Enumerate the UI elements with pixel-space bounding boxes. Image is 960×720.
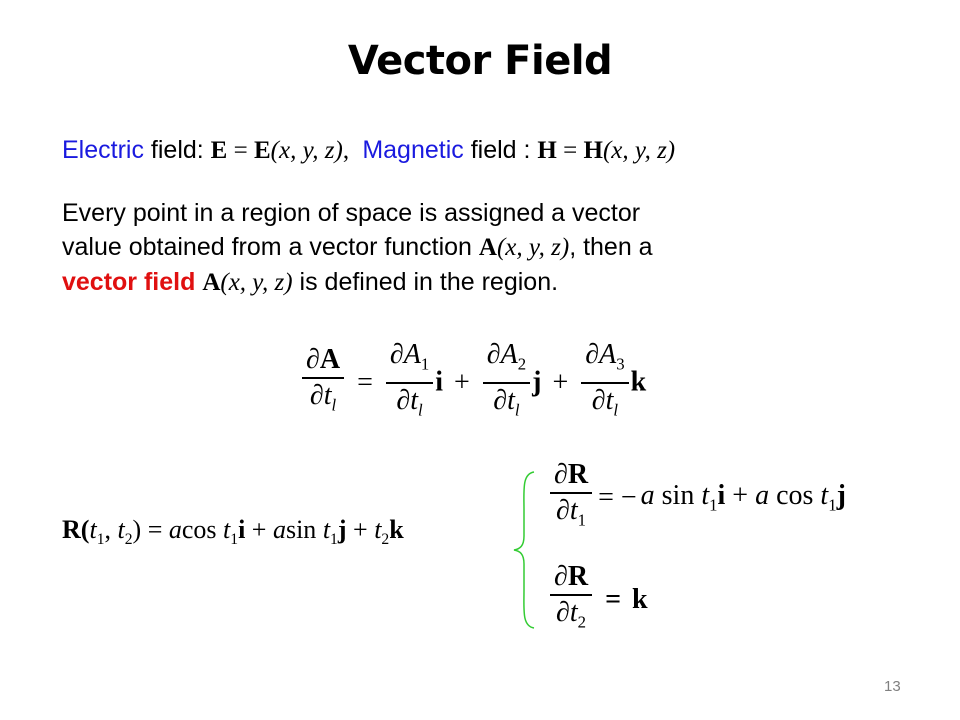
h-symbol: H: [583, 137, 603, 164]
numerator: ∂R: [554, 561, 589, 592]
plus-sign: +: [453, 366, 470, 398]
slide-title: Vector Field: [347, 38, 613, 84]
text: , then a: [569, 233, 653, 261]
numerator: ∂A: [585, 339, 617, 370]
plus: +: [245, 515, 273, 544]
dr-dt2-fraction: ∂R ∂t2: [550, 560, 593, 640]
denominator: ∂t: [556, 597, 578, 628]
comma: ,: [342, 137, 356, 164]
e-symbol: E: [253, 137, 271, 164]
term-2-fraction: ∂A2 ∂tl: [482, 338, 531, 427]
denominator: ∂t: [493, 384, 515, 416]
page-number: 13: [884, 678, 901, 695]
subscript: 2: [517, 354, 527, 374]
definition-paragraph: Every point in a region of space is assi…: [62, 196, 892, 300]
brace-icon: [513, 471, 535, 629]
unit-j: j: [337, 515, 347, 544]
electric-label: field:: [143, 136, 211, 164]
partial-derivative-equation: ∂A ∂tl = ∂A1 ∂tl i + ∂A2 ∂tl j + ∂A3 ∂tl k: [300, 338, 646, 427]
e-args: (x, y, z): [270, 137, 343, 164]
e-symbol: E: [210, 137, 228, 164]
vector-field-highlight: vector field: [62, 268, 196, 296]
subscript: 3: [616, 354, 625, 374]
a-symbol: A: [478, 234, 497, 261]
paren: ): [132, 515, 142, 544]
t-var: t: [117, 515, 125, 544]
subscript: 1: [330, 531, 338, 549]
denominator: ∂t: [591, 384, 614, 416]
lhs-fraction: ∂A ∂tl: [302, 343, 345, 423]
equals-sign: =: [357, 366, 373, 398]
t-var: t: [701, 480, 710, 511]
h-args: (x, y, z): [602, 137, 676, 164]
subscript: 2: [577, 612, 587, 632]
r-symbol: R: [62, 515, 81, 544]
text: value obtained from a vector function: [62, 233, 479, 261]
unit-vector-j: j: [532, 366, 542, 398]
numerator: ∂R: [554, 459, 589, 490]
subscript: l: [331, 395, 337, 415]
subscript: 1: [577, 510, 587, 530]
dr-dt1-fraction: ∂R ∂t1: [550, 458, 593, 538]
dr-dt2-equation: ∂R ∂t2 = k: [548, 560, 648, 640]
r-parametric-equation: R(t1, t2) = acos t1i + asin t1j + t2k: [62, 515, 404, 549]
cos: cos: [769, 480, 821, 511]
subscript: 1: [420, 354, 430, 374]
magnetic-equation: H = H(x, y, z): [537, 137, 675, 164]
a-var: a: [640, 480, 655, 511]
plus: +: [346, 515, 375, 544]
a-var: a: [168, 515, 182, 544]
unit-j: j: [836, 480, 846, 511]
numerator: ∂A: [306, 343, 341, 375]
subscript: 2: [124, 531, 133, 549]
sin: sin: [654, 480, 702, 511]
a-args: (x, y, z): [496, 234, 570, 261]
term-3-fraction: ∂A3 ∂tl: [581, 338, 629, 427]
paragraph-line-2: value obtained from a vector function A(…: [62, 230, 892, 265]
plus: +: [725, 480, 756, 511]
denominator: ∂t: [309, 379, 332, 411]
equals: =: [141, 515, 169, 544]
a-symbol: A: [202, 269, 221, 296]
a-var: a: [755, 480, 770, 511]
equals: =: [556, 137, 584, 164]
cos: cos: [181, 515, 224, 544]
electric-word: Electric: [62, 136, 144, 164]
h-symbol: H: [537, 137, 557, 164]
unit-vector-i: i: [435, 366, 443, 398]
denominator: ∂t: [396, 384, 418, 416]
dr-dt1-equation: ∂R ∂t1 = − a sin t1i + a cos t1j: [548, 458, 846, 538]
paragraph-line-1: Every point in a region of space is assi…: [62, 199, 641, 227]
sin: sin: [285, 515, 323, 544]
subscript: 1: [828, 495, 837, 515]
equals: =: [598, 583, 629, 615]
equals-minus: = −: [598, 481, 637, 513]
a-var: a: [272, 515, 286, 544]
paragraph-line-3: vector field A(x, y, z) is defined in th…: [62, 265, 892, 300]
a-args: (x, y, z): [220, 269, 293, 296]
unit-vector-k: k: [630, 366, 647, 398]
subscript: 1: [230, 531, 239, 549]
field-definitions-line: Electric field: E = E(x, y, z), Magnetic…: [62, 136, 675, 165]
subscript: l: [613, 400, 619, 420]
subscript: 1: [709, 495, 718, 515]
t-var: t: [89, 515, 97, 544]
subscript: l: [514, 400, 520, 420]
term-1-fraction: ∂A1 ∂tl: [385, 338, 434, 427]
comma: ,: [104, 515, 118, 544]
equals: =: [227, 137, 254, 164]
text: is defined in the region.: [292, 268, 559, 296]
numerator: ∂A: [389, 339, 421, 370]
electric-equation: E = E(x, y, z),: [211, 137, 356, 164]
magnetic-label: field :: [463, 136, 538, 164]
unit-k: k: [389, 515, 404, 544]
magnetic-word: Magnetic: [362, 136, 464, 164]
subscript: l: [418, 400, 423, 420]
plus-sign: +: [552, 366, 569, 398]
denominator: ∂t: [556, 495, 578, 526]
t-var: t: [322, 515, 331, 544]
numerator: ∂A: [486, 339, 518, 370]
unit-k: k: [632, 583, 648, 615]
